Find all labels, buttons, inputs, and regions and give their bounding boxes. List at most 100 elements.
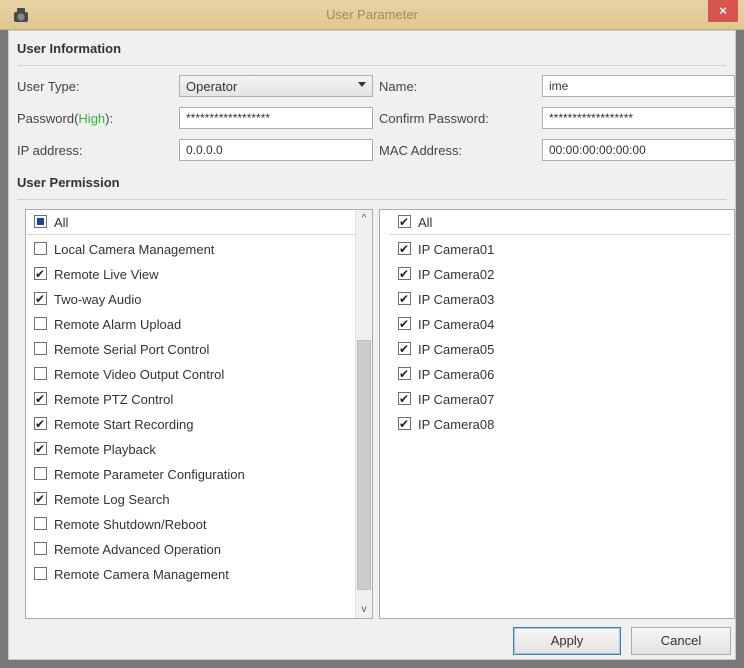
permission-label: Remote Parameter Configuration	[54, 467, 245, 482]
permission-row[interactable]: Remote Parameter Configuration	[26, 462, 356, 487]
camera-all-checkbox[interactable]	[398, 210, 411, 235]
permission-row[interactable]: Remote PTZ Control	[26, 387, 356, 412]
permission-all-row[interactable]: All	[26, 210, 356, 235]
permission-scrollbar[interactable]: ^ v	[355, 210, 372, 618]
ip-address-label: IP address:	[17, 143, 83, 158]
permission-checkbox[interactable]	[34, 367, 47, 380]
permission-checkbox[interactable]	[34, 342, 47, 355]
permission-label: Remote Start Recording	[54, 417, 194, 432]
permission-row[interactable]: Remote Alarm Upload	[26, 312, 356, 337]
dialog-title: User Parameter	[326, 7, 418, 22]
apply-button[interactable]: Apply	[513, 627, 621, 655]
permission-all-label: All	[54, 215, 69, 230]
permission-checkbox[interactable]	[34, 567, 47, 580]
camera-row[interactable]: IP Camera05	[390, 337, 730, 362]
permission-label: Two-way Audio	[54, 292, 142, 307]
camera-row[interactable]: IP Camera04	[390, 312, 730, 337]
permission-label: Remote Serial Port Control	[54, 342, 210, 357]
camera-row[interactable]: IP Camera06	[390, 362, 730, 387]
permission-row[interactable]: Remote Playback	[26, 437, 356, 462]
mac-address-field[interactable]: 00:00:00:00:00:00	[542, 139, 735, 161]
permission-row[interactable]: Remote Live View	[26, 262, 356, 287]
permission-row[interactable]: Remote Shutdown/Reboot	[26, 512, 356, 537]
permission-checkbox[interactable]	[34, 317, 47, 330]
permission-checkbox[interactable]	[34, 517, 47, 530]
cancel-button[interactable]: Cancel	[631, 627, 731, 655]
camera-checkbox[interactable]	[398, 362, 411, 387]
camera-row[interactable]: IP Camera08	[390, 412, 730, 437]
permission-checkbox[interactable]	[34, 412, 47, 437]
permission-label: Remote Alarm Upload	[54, 317, 182, 332]
permission-checkbox[interactable]	[34, 287, 47, 312]
permission-row[interactable]: Remote Video Output Control	[26, 362, 356, 387]
permission-label: Local Camera Management	[54, 242, 215, 257]
permission-label: Remote PTZ Control	[54, 392, 174, 407]
mac-address-label: MAC Address:	[379, 143, 463, 158]
name-field[interactable]: ime	[542, 75, 735, 97]
camera-checkbox[interactable]	[398, 387, 411, 412]
scroll-up-icon[interactable]: ^	[356, 210, 372, 227]
user-type-select[interactable]: Operator	[179, 75, 373, 97]
password-label-end: ):	[105, 111, 114, 126]
permission-label: Remote Advanced Operation	[54, 542, 221, 557]
confirm-password-field[interactable]: ******************	[542, 107, 735, 129]
camera-checkbox[interactable]	[398, 237, 411, 262]
permission-row[interactable]: Remote Serial Port Control	[26, 337, 356, 362]
permission-row[interactable]: Remote Start Recording	[26, 412, 356, 437]
permission-row[interactable]: Remote Camera Management	[26, 562, 356, 587]
camera-label: IP Camera06	[418, 367, 495, 382]
camera-row[interactable]: IP Camera03	[390, 287, 730, 312]
camera-row[interactable]: IP Camera01	[390, 237, 730, 262]
camera-all-row[interactable]: All	[390, 210, 730, 235]
camera-label: IP Camera08	[418, 417, 495, 432]
confirm-password-label: Confirm Password:	[379, 111, 489, 126]
camera-checkbox[interactable]	[398, 287, 411, 312]
camera-label: IP Camera01	[418, 242, 495, 257]
camera-label: IP Camera02	[418, 267, 495, 282]
permission-checkbox[interactable]	[34, 242, 47, 255]
permission-checkbox[interactable]	[34, 487, 47, 512]
camera-label: IP Camera07	[418, 392, 495, 407]
camera-label: IP Camera04	[418, 317, 495, 332]
section-divider	[17, 65, 727, 66]
camera-label: IP Camera03	[418, 292, 495, 307]
permission-label: Remote Live View	[54, 267, 159, 282]
camera-label: IP Camera05	[418, 342, 495, 357]
ip-address-field[interactable]: 0.0.0.0	[179, 139, 373, 161]
permission-checkbox[interactable]	[34, 542, 47, 555]
permission-label: Remote Camera Management	[54, 567, 229, 582]
dialog-window: User Parameter × User Information User T…	[0, 0, 744, 668]
user-type-value: Operator	[186, 79, 238, 94]
scroll-down-icon[interactable]: v	[356, 601, 372, 618]
permission-checkbox[interactable]	[34, 387, 47, 412]
permission-label: Remote Playback	[54, 442, 156, 457]
permission-row[interactable]: Remote Advanced Operation	[26, 537, 356, 562]
camera-row[interactable]: IP Camera07	[390, 387, 730, 412]
permission-label: Remote Log Search	[54, 492, 170, 507]
camera-checkbox[interactable]	[398, 262, 411, 287]
camera-list: All IP Camera01 IP Camera02 IP Camera03 IP …	[379, 209, 735, 619]
camera-checkbox[interactable]	[398, 412, 411, 437]
user-type-label: User Type:	[17, 79, 80, 94]
permission-checkbox[interactable]	[34, 262, 47, 287]
permission-list: All Local Camera Management Remote Live V…	[25, 209, 373, 619]
permission-checkbox[interactable]	[34, 467, 47, 480]
title-bar: User Parameter ×	[0, 0, 744, 30]
user-information-heading: User Information	[17, 41, 122, 56]
password-label-text: Password(	[17, 111, 79, 126]
permission-row[interactable]: Remote Log Search	[26, 487, 356, 512]
password-label: Password(High):	[17, 111, 113, 126]
user-permission-heading: User Permission	[17, 175, 120, 190]
permission-row[interactable]: Two-way Audio	[26, 287, 356, 312]
camera-checkbox[interactable]	[398, 312, 411, 337]
password-field[interactable]: ******************	[179, 107, 373, 129]
permission-label: Remote Video Output Control	[54, 367, 225, 382]
permission-checkbox[interactable]	[34, 437, 47, 462]
camera-row[interactable]: IP Camera02	[390, 262, 730, 287]
close-button[interactable]: ×	[708, 0, 738, 22]
permission-all-checkbox[interactable]	[34, 215, 47, 228]
name-label: Name:	[379, 79, 418, 94]
scrollbar-thumb[interactable]	[357, 340, 371, 590]
camera-checkbox[interactable]	[398, 337, 411, 362]
permission-row[interactable]: Local Camera Management	[26, 237, 356, 262]
